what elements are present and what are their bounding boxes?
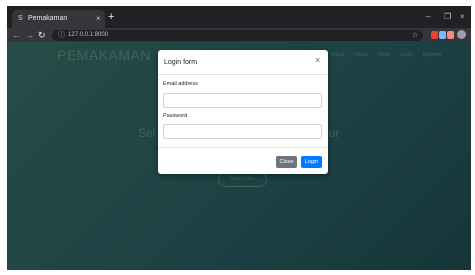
tab-close-icon[interactable]: × (96, 13, 101, 24)
new-tab-icon[interactable]: + (108, 11, 114, 23)
modal-title: Login form (164, 59, 198, 66)
email-field[interactable] (163, 93, 322, 108)
url-text: 127.0.0.1:8000 (68, 32, 109, 38)
menu-icon[interactable]: ⋮ (468, 29, 471, 41)
login-button[interactable]: Login (301, 156, 322, 168)
extension-icon[interactable] (431, 31, 438, 39)
tab-title: Pemakaman (28, 15, 68, 22)
modal-header: Login form × (158, 50, 328, 75)
star-icon[interactable]: ☆ (412, 31, 418, 40)
extension-icon[interactable] (439, 31, 446, 39)
window-close-icon[interactable]: × (460, 12, 465, 22)
forward-arrow-icon[interactable]: → (25, 29, 34, 41)
email-label: Email address (163, 81, 198, 87)
close-button[interactable]: Close (276, 156, 297, 168)
login-modal: Login form × Email address Password Clos… (158, 50, 328, 174)
back-arrow-icon[interactable]: ← (12, 29, 21, 41)
page-viewport: PEMAKAMAN About Harga Order Login Register S… (7, 42, 471, 270)
extension-icon[interactable] (447, 31, 454, 39)
favicon-icon: S (18, 15, 23, 22)
reload-icon[interactable]: ↻ (38, 29, 46, 41)
tab-bar: S Pemakaman × + – ❐ × (7, 6, 471, 28)
browser-toolbar: ← → ↻ ⓘ 127.0.0.1:8000 ☆ ⋮ (7, 28, 471, 42)
profile-icon[interactable] (457, 30, 466, 39)
browser-window: S Pemakaman × + – ❐ × ← → ↻ ⓘ 127.0.0.1:… (7, 6, 471, 270)
address-bar[interactable]: ⓘ 127.0.0.1:8000 ☆ (52, 30, 423, 41)
info-icon[interactable]: ⓘ (58, 31, 65, 40)
screenshot: S Pemakaman × + – ❐ × ← → ↻ ⓘ 127.0.0.1:… (0, 0, 475, 275)
minimize-icon[interactable]: – (426, 12, 430, 22)
password-label: Password (163, 113, 188, 119)
tab-pemakaman[interactable]: S Pemakaman × (12, 10, 105, 28)
modal-close-icon[interactable]: × (315, 55, 320, 65)
maximize-icon[interactable]: ❐ (444, 12, 451, 22)
password-field[interactable] (163, 124, 322, 139)
